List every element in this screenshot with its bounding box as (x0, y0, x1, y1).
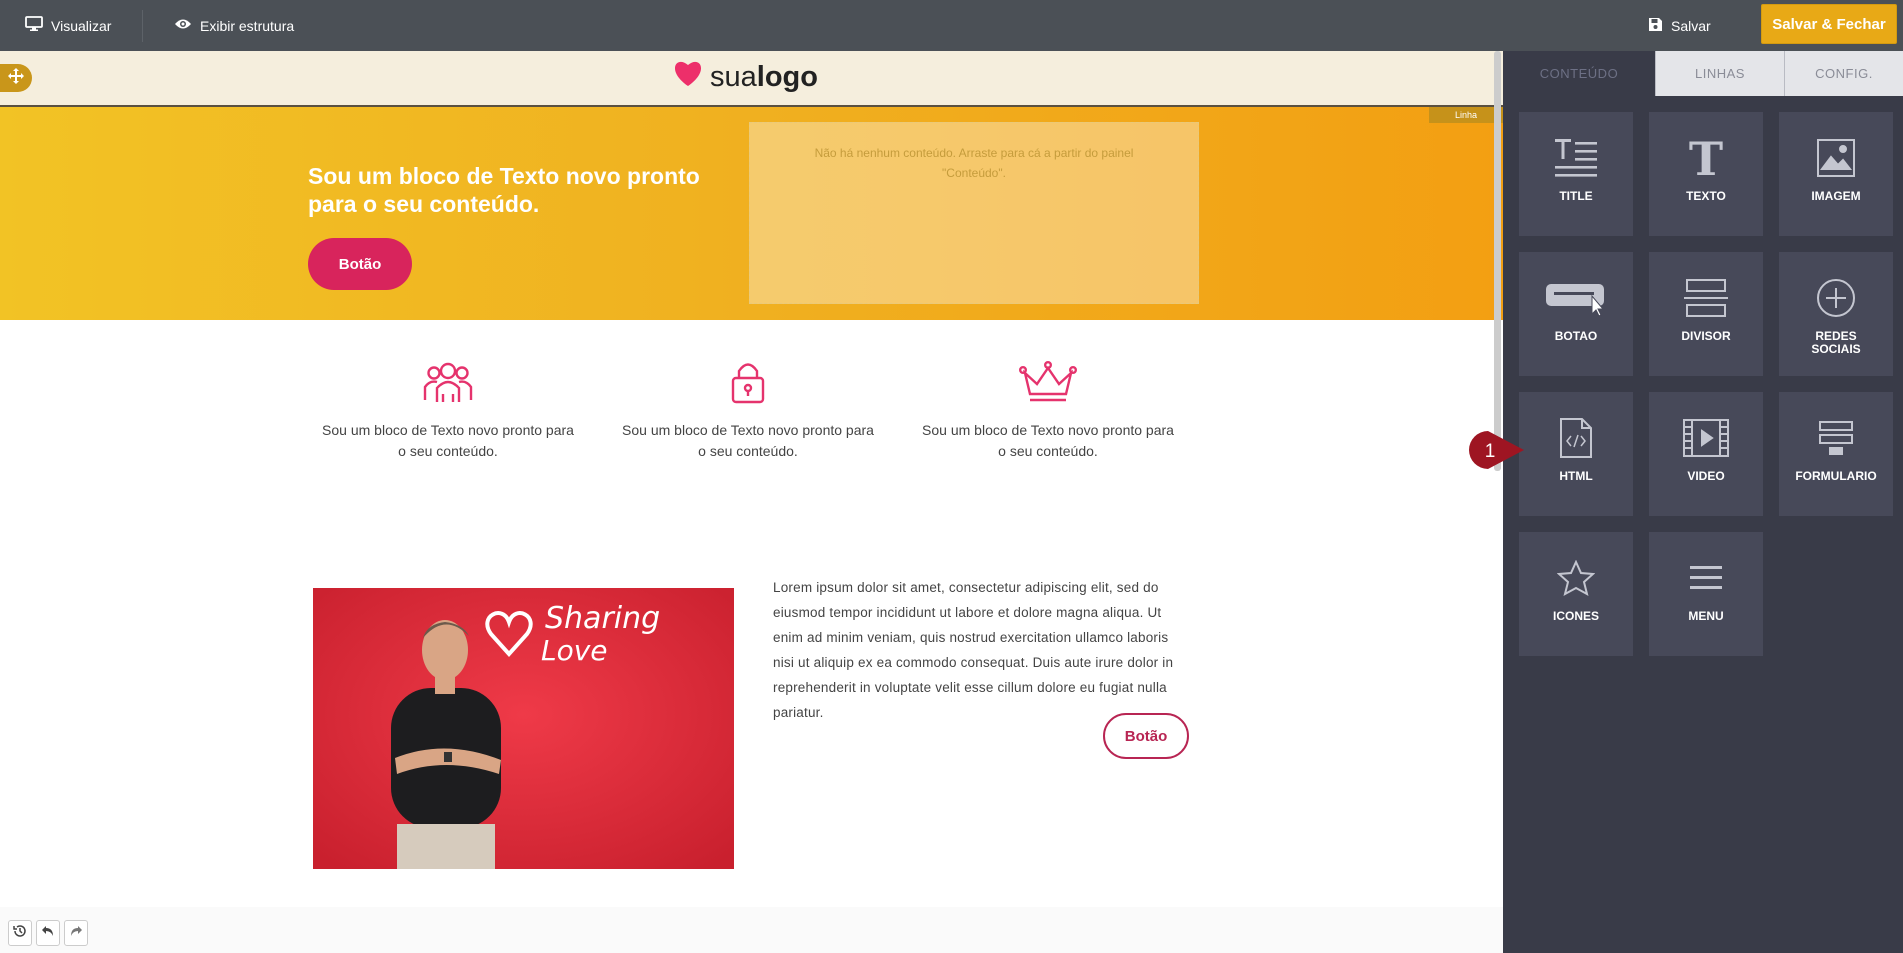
image-icon (1817, 136, 1855, 180)
tile-label: VIDEO (1687, 469, 1725, 483)
divider-icon (1684, 276, 1728, 320)
feature-column[interactable]: Sou um bloco de Texto novo pronto para o… (318, 360, 578, 462)
tile-image[interactable]: IMAGEM (1779, 112, 1893, 236)
tile-text[interactable]: T TEXTO (1649, 112, 1763, 236)
show-structure-button[interactable]: Exibir estrutura (174, 0, 294, 51)
feature-column[interactable]: Sou um bloco de Texto novo pronto para o… (618, 360, 878, 462)
step-callout-marker: 1 (1468, 430, 1526, 470)
tile-label: ICONES (1552, 609, 1599, 623)
team-icon (318, 360, 578, 404)
empty-dropzone[interactable]: Não há nenhum conteúdo. Arraste para cá … (749, 122, 1199, 304)
features-row[interactable]: Sou um bloco de Texto novo pronto para o… (0, 320, 1503, 520)
canvas-scrollbar[interactable] (1494, 51, 1501, 471)
crown-icon (918, 360, 1178, 404)
history-button[interactable] (8, 920, 32, 946)
tile-button[interactable]: BOTAO (1519, 252, 1633, 376)
tile-html[interactable]: HTML (1519, 392, 1633, 516)
save-and-close-button[interactable]: Salvar & Fechar (1761, 4, 1897, 44)
tile-social[interactable]: REDES SOCIAIS (1779, 252, 1893, 376)
tile-label: MENU (1688, 609, 1724, 623)
hero-title[interactable]: Sou um bloco de Texto novo pronto para o… (308, 162, 728, 218)
menu-icon (1689, 556, 1723, 600)
tile-label: IMAGEM (1811, 189, 1861, 203)
person-photo[interactable]: Sharing Love (313, 588, 734, 869)
preview-button[interactable]: Visualizar (25, 0, 111, 51)
lorem-paragraph[interactable]: Lorem ipsum dolor sit amet, consectetur … (773, 575, 1193, 725)
tile-label: HTML (1559, 469, 1593, 483)
history-icon (13, 924, 27, 943)
feature-text[interactable]: Sou um bloco de Texto novo pronto para o… (618, 420, 878, 462)
undo-icon (41, 924, 55, 942)
content-row[interactable]: Sharing Love Lorem ipsum dolor sit amet,… (0, 520, 1503, 907)
lock-icon (618, 360, 878, 404)
tile-label: REDES SOCIAIS (1811, 329, 1861, 356)
redo-button[interactable] (64, 920, 88, 946)
editor-canvas: sualogo Linha Sou um bloco de Texto novo… (0, 51, 1503, 953)
floppy-icon (1648, 17, 1663, 35)
form-icon (1818, 416, 1854, 460)
photo-text-sharing: Sharing (545, 601, 660, 636)
save-button[interactable]: Salvar (1648, 0, 1711, 51)
tile-video[interactable]: VIDEO (1649, 392, 1763, 516)
top-toolbar: Visualizar Exibir estrutura Salvar Salva… (0, 0, 1903, 51)
tile-divider[interactable]: DIVISOR (1649, 252, 1763, 376)
undo-button[interactable] (36, 920, 60, 946)
logo-text-bold: logo (756, 60, 818, 93)
tile-form[interactable]: FORMULARIO (1779, 392, 1893, 516)
preview-label: Visualizar (51, 17, 112, 34)
hero-button[interactable]: Botão (308, 238, 412, 290)
feature-column[interactable]: Sou um bloco de Texto novo pronto para o… (918, 360, 1178, 462)
tab-settings[interactable]: CONFIG. (1784, 51, 1903, 96)
tile-menu[interactable]: MENU (1649, 532, 1763, 656)
move-arrows-icon (7, 67, 25, 90)
callout-number: 1 (1485, 441, 1496, 462)
tile-label: TITLE (1559, 189, 1593, 203)
empty-dropzone-message: Não há nenhum conteúdo. Arraste para cá … (814, 146, 1134, 180)
eye-icon (174, 17, 192, 34)
svg-text:T: T (1689, 138, 1723, 178)
logo[interactable]: sualogo (672, 59, 818, 95)
show-structure-label: Exibir estrutura (200, 17, 295, 34)
tile-label: TEXTO (1686, 189, 1726, 203)
row-tag[interactable]: Linha (1429, 107, 1503, 123)
heart-icon (672, 59, 704, 95)
tile-title[interactable]: TITLE (1519, 112, 1633, 236)
header-row[interactable]: sualogo (0, 51, 1503, 107)
save-label: Salvar (1671, 17, 1711, 34)
logo-text-light: sua (710, 60, 757, 93)
html-file-icon (1560, 416, 1592, 460)
star-icon (1557, 556, 1595, 600)
panel-tabs: CONTEÚDO LINHAS CONFIG. (1503, 51, 1903, 96)
toolbar-divider (142, 10, 143, 42)
redo-icon (69, 924, 83, 942)
history-controls (8, 920, 88, 946)
title-icon (1554, 136, 1598, 180)
hero-row[interactable]: Linha Sou um bloco de Texto novo pronto … (0, 107, 1503, 320)
tab-rows[interactable]: LINHAS (1655, 51, 1784, 96)
tile-label: DIVISOR (1681, 329, 1731, 343)
tab-content[interactable]: CONTEÚDO (1503, 51, 1655, 96)
photo-text-love: Love (541, 634, 608, 667)
move-row-handle[interactable] (0, 64, 32, 92)
tile-icons[interactable]: ICONES (1519, 532, 1633, 656)
content-panel: CONTEÚDO LINHAS CONFIG. TITLE T TEXTO IM… (1503, 51, 1903, 953)
feature-text[interactable]: Sou um bloco de Texto novo pronto para o… (318, 420, 578, 462)
tile-label: BOTAO (1554, 329, 1598, 343)
feature-text[interactable]: Sou um bloco de Texto novo pronto para o… (918, 420, 1178, 462)
outline-button[interactable]: Botão (1103, 713, 1189, 759)
video-icon (1683, 416, 1729, 460)
button-icon (1544, 276, 1608, 320)
tile-label: FORMULARIO (1795, 469, 1877, 483)
text-icon: T (1688, 136, 1724, 180)
social-plus-icon (1816, 276, 1856, 320)
monitor-icon (25, 16, 43, 35)
